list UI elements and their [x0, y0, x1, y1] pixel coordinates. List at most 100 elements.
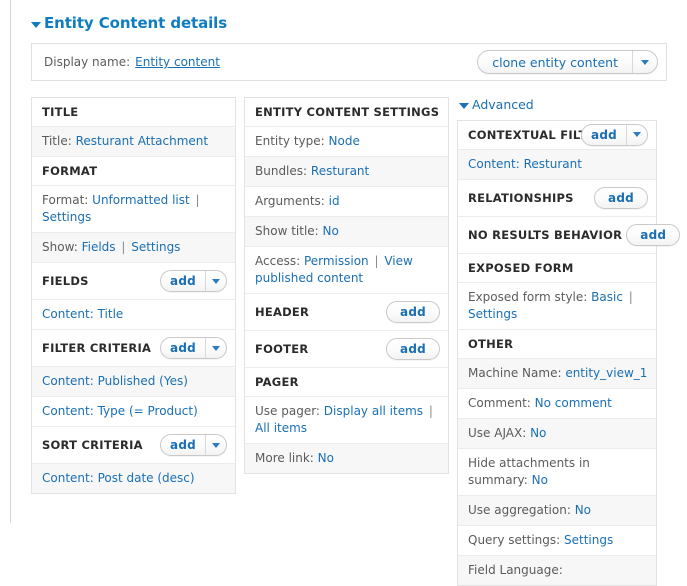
- row-label: Query settings:: [468, 532, 564, 547]
- sort-criteria-dropdown-toggle[interactable]: [206, 435, 226, 455]
- section-header-footer: FOOTER add: [245, 331, 448, 368]
- advanced-label: Advanced: [472, 97, 534, 112]
- row-label: Field Language:: [468, 562, 563, 577]
- row-label: Show:: [42, 240, 82, 254]
- link-id[interactable]: id: [329, 194, 340, 208]
- row-label: Exposed form style:: [468, 289, 592, 304]
- section-title: FOOTER: [255, 342, 309, 356]
- section-title: OTHER: [468, 336, 514, 351]
- row-bundles: Bundles: Resturant: [245, 157, 448, 187]
- page-title[interactable]: Entity Content details: [31, 16, 671, 31]
- link-no[interactable]: No: [575, 503, 591, 517]
- chevron-down-icon: [212, 278, 220, 284]
- filter-criteria-add-button[interactable]: add: [159, 337, 227, 359]
- row-label: Bundles:: [255, 164, 311, 178]
- separator-pipe: |: [425, 404, 433, 418]
- row-title: Title: Resturant Attachment: [32, 127, 235, 157]
- relationships-add-button[interactable]: add: [593, 186, 648, 209]
- section-header-entity-content-settings: ENTITY CONTENT SETTINGS: [245, 98, 448, 127]
- section-header-format: FORMAT: [32, 157, 235, 186]
- link-settings[interactable]: Settings: [468, 307, 517, 321]
- fields-dropdown-toggle[interactable]: [206, 271, 226, 291]
- section-title: FIELDS: [42, 274, 89, 288]
- row-more-link: More link: No: [245, 444, 448, 473]
- link-display-all-items[interactable]: Display all items: [324, 404, 423, 418]
- link-resturant[interactable]: Resturant: [311, 164, 369, 178]
- link-no[interactable]: No: [318, 451, 334, 465]
- link-no[interactable]: No: [530, 426, 546, 440]
- display-name-bar: Display name: Entity content clone entit…: [31, 43, 667, 81]
- column-right: Advanced CONTEXTUAL FILTERS add Content: R…: [457, 97, 681, 586]
- separator-pipe: |: [117, 240, 130, 254]
- row-use-ajax: Use AJAX: No: [458, 418, 656, 449]
- chevron-down-icon: [633, 132, 641, 137]
- add-button-label: add: [399, 342, 426, 356]
- row-show-title: Show title: No: [245, 217, 448, 247]
- row-label: Use pager:: [255, 404, 324, 418]
- section-title: ENTITY CONTENT SETTINGS: [255, 105, 440, 119]
- left-sections-box: TITLE Title: Resturant Attachment FORMAT Fo…: [31, 97, 236, 494]
- right-sections-box: CONTEXTUAL FILTERS add Content: Resturant R…: [457, 119, 681, 586]
- row-label: Machine Name:: [468, 365, 566, 380]
- link-settings[interactable]: Settings: [131, 240, 180, 254]
- clone-dropdown-toggle[interactable]: [633, 51, 657, 73]
- contextual-filters-dropdown-toggle[interactable]: [627, 125, 647, 145]
- columns-container: TITLE Title: Resturant Attachment FORMAT Fo…: [31, 97, 681, 586]
- link-all-items[interactable]: All items: [255, 421, 307, 435]
- link-content-post-date-desc[interactable]: Content: Post date (desc): [42, 471, 195, 485]
- row-field-language: Field Language:: [458, 555, 656, 585]
- row-machine-name: Machine Name: entity_view_1: [458, 358, 656, 389]
- link-content-published-yes[interactable]: Content: Published (Yes): [42, 374, 188, 388]
- section-header-title: TITLE: [32, 98, 235, 127]
- no-results-behavior-add-button[interactable]: add: [626, 223, 681, 246]
- separator-pipe: |: [370, 254, 383, 268]
- section-header-relationships: RELATIONSHIPS add: [458, 179, 656, 217]
- footer-add-button[interactable]: add: [385, 338, 440, 360]
- row-entity-type: Entity type: Node: [245, 127, 448, 157]
- sort-criteria-add-button[interactable]: add: [159, 434, 227, 456]
- link-node[interactable]: Node: [329, 134, 360, 148]
- separator-pipe: |: [191, 193, 200, 207]
- link-permission[interactable]: Permission: [304, 254, 369, 268]
- clone-button-label: clone entity content: [492, 54, 618, 70]
- row-use-aggregation: Use aggregation: No: [458, 495, 656, 526]
- link-resturant-attachment[interactable]: Resturant Attachment: [76, 134, 209, 148]
- chevron-down-icon: [212, 345, 220, 351]
- clone-entity-content-button[interactable]: clone entity content: [477, 50, 658, 74]
- link-no[interactable]: No: [323, 224, 339, 238]
- column-left: TITLE Title: Resturant Attachment FORMAT Fo…: [31, 97, 236, 494]
- link-fields[interactable]: Fields: [82, 240, 116, 254]
- link-settings[interactable]: Settings: [42, 210, 91, 224]
- display-name-value[interactable]: Entity content: [135, 55, 220, 69]
- section-header-sort-criteria: SORT CRITERIA add: [32, 427, 235, 464]
- row-format: Format: Unformatted list | Settings: [32, 186, 235, 233]
- triangle-down-icon[interactable]: [31, 21, 41, 28]
- header-add-button[interactable]: add: [385, 301, 440, 323]
- fields-add-button[interactable]: add: [159, 270, 227, 292]
- link-basic[interactable]: Basic: [591, 290, 623, 304]
- link-content-resturant[interactable]: Content: Resturant: [468, 157, 582, 171]
- link-entity-view-1[interactable]: entity_view_1: [565, 366, 647, 380]
- section-header-no-results-behavior: NO RESULTS BEHAVIOR add: [458, 216, 681, 254]
- link-content-type-product[interactable]: Content: Type (= Product): [42, 404, 198, 418]
- add-button-label: add: [169, 438, 196, 452]
- row-label: More link:: [255, 451, 318, 465]
- link-settings[interactable]: Settings: [564, 533, 613, 547]
- link-content-title[interactable]: Content: Title: [42, 307, 123, 321]
- display-name-label: Display name:: [44, 55, 131, 69]
- advanced-toggle[interactable]: Advanced: [457, 97, 657, 120]
- add-button-label: add: [399, 305, 426, 319]
- section-title: PAGER: [255, 375, 299, 389]
- filter-criteria-dropdown-toggle[interactable]: [206, 338, 226, 358]
- link-no-comment[interactable]: No comment: [535, 396, 612, 410]
- row-comment: Comment: No comment: [458, 389, 656, 419]
- row-label: Arguments:: [255, 194, 329, 208]
- section-title: SORT CRITERIA: [42, 438, 143, 452]
- row-arguments: Arguments: id: [245, 187, 448, 217]
- contextual-filters-add-button[interactable]: add: [580, 123, 648, 146]
- row-label: Use aggregation:: [468, 502, 575, 517]
- link-no[interactable]: No: [532, 473, 548, 487]
- chevron-down-icon: [212, 442, 220, 448]
- link-unformatted-list[interactable]: Unformatted list: [92, 193, 190, 207]
- row-show: Show: Fields | Settings: [32, 233, 235, 263]
